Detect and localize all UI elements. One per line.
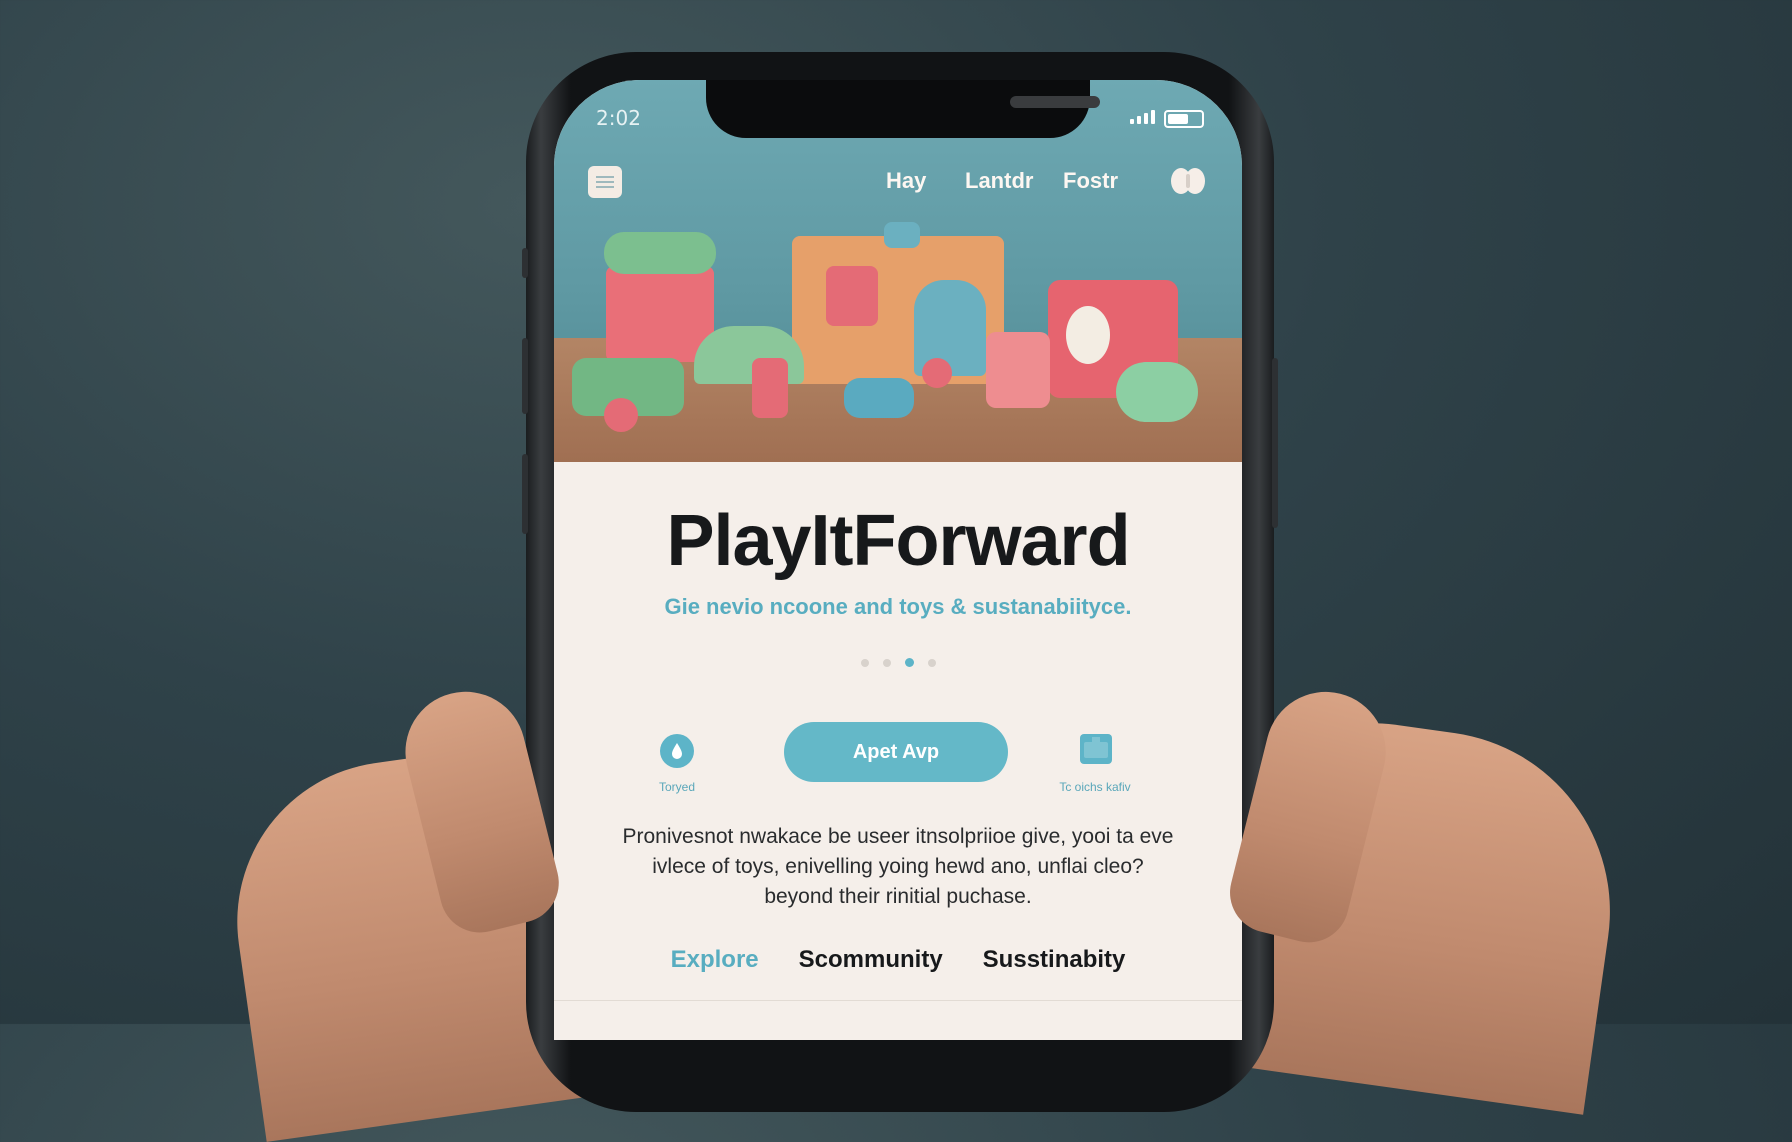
description-line: ivlece of toys, enivelling yoing hewd an…: [652, 855, 1144, 878]
nav-link-lantdr[interactable]: Lantdr: [965, 168, 1033, 194]
toy-ball-pink: [922, 358, 952, 388]
box-icon[interactable]: [1080, 734, 1112, 764]
description-line: beyond their rinitial puchase.: [764, 885, 1032, 908]
phone-screen: 2:02 Hay Lantdr Fostr PlayItForward Gie …: [554, 80, 1242, 1040]
phone-volume-down-button: [522, 454, 528, 534]
toy-robot: [986, 332, 1050, 408]
cta-button[interactable]: Apet Avp: [784, 722, 1008, 782]
phone-power-button: [1272, 358, 1278, 528]
description-text: Pronivesnot nwakace be useer itnsolpriio…: [594, 822, 1202, 912]
signal-icon: [1130, 110, 1155, 124]
carousel-dot[interactable]: [927, 658, 936, 667]
description-line: Pronivesnot nwakace be useer itnsolpriio…: [622, 825, 1174, 848]
bottom-nav-sustainability[interactable]: Susstinabity: [983, 946, 1126, 974]
menu-icon[interactable]: [588, 166, 622, 198]
bottom-nav-explore[interactable]: Explore: [671, 946, 759, 974]
phone-side-button: [522, 248, 528, 278]
app-tagline: Gie nevio ncoone and toys & sustanabiity…: [664, 594, 1132, 619]
carousel-dot-active[interactable]: [904, 658, 914, 667]
action-left-label: Toryed: [658, 780, 696, 794]
bottom-nav-community[interactable]: Scommunity: [799, 946, 943, 974]
phone-notch: [706, 80, 1100, 138]
carousel-dots: [554, 658, 1242, 667]
toy-cube-arch: [914, 280, 986, 376]
action-right-label: Tc oichs kafiv: [1059, 780, 1131, 794]
speaker-grille: [1010, 96, 1100, 108]
toy-car-blue: [844, 378, 914, 418]
butterfly-icon[interactable]: [1171, 166, 1205, 196]
toy-cube-door: [826, 266, 878, 326]
app-title: PlayItForward: [666, 501, 1130, 581]
status-time: 2:02: [596, 106, 641, 130]
carousel-dot[interactable]: [882, 658, 891, 667]
toy-green-scooter: [1116, 362, 1198, 422]
bottom-divider: [554, 1000, 1242, 1001]
toy-truck-wheel: [604, 398, 638, 432]
toy-block-circle: [1066, 306, 1110, 364]
toy-figure-pink: [752, 358, 788, 418]
nav-link-hay[interactable]: Hay: [886, 168, 926, 194]
phone-volume-up-button: [522, 338, 528, 414]
toy-cube-handle: [884, 222, 920, 248]
carousel-dot[interactable]: [860, 658, 869, 667]
bottom-nav: Explore Scommunity Susstinabity: [554, 946, 1242, 974]
battery-icon: [1164, 110, 1204, 128]
toy-green-roof: [604, 232, 716, 274]
nav-link-fostr[interactable]: Fostr: [1063, 168, 1118, 194]
drop-icon[interactable]: [660, 734, 694, 768]
